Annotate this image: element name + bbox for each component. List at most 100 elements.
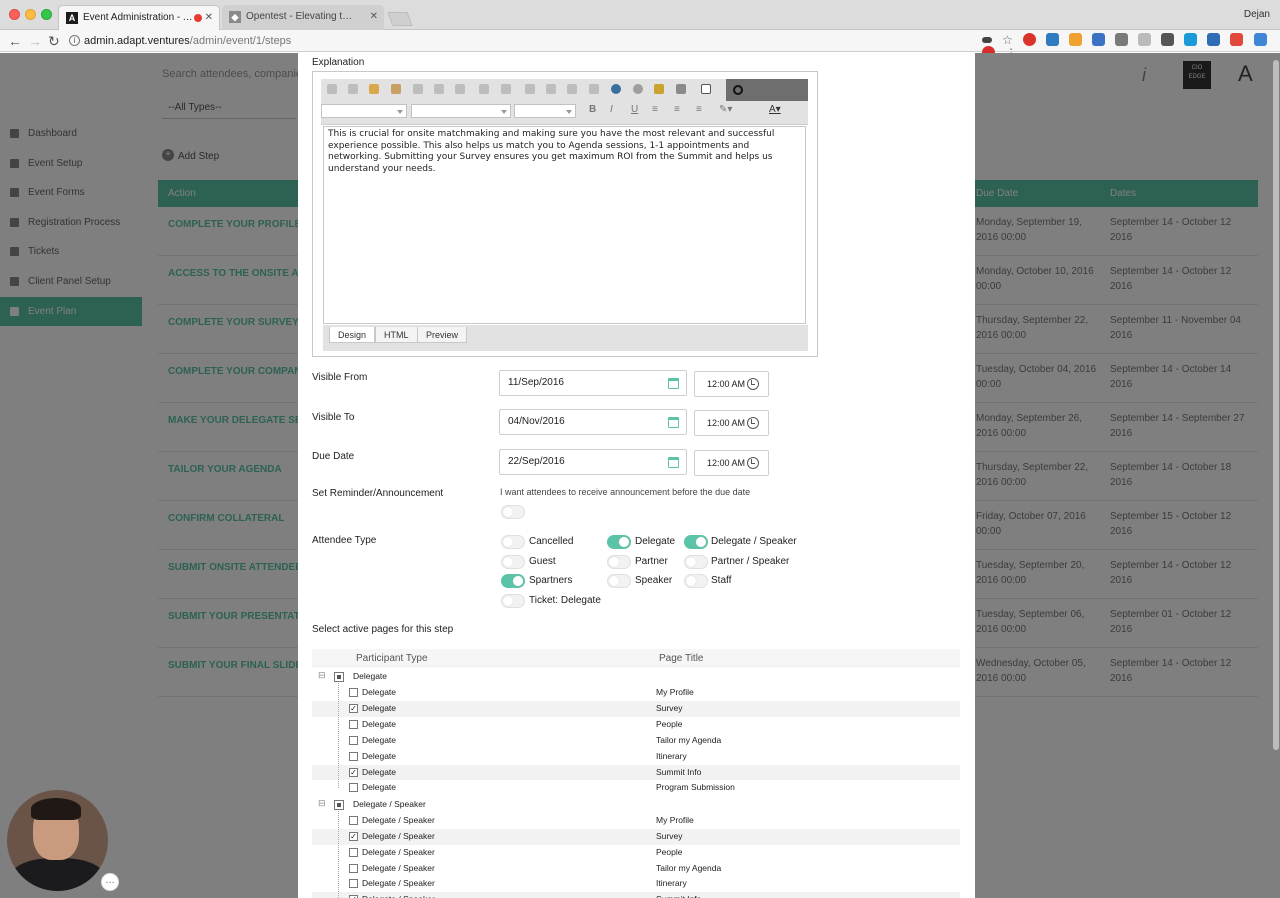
- attendee-type-toggle[interactable]: [501, 594, 525, 608]
- table-row[interactable]: Delegate / Speaker Itinerary: [312, 876, 960, 892]
- back-arrow-icon[interactable]: ←: [8, 32, 22, 50]
- reload-icon[interactable]: ↻: [48, 32, 60, 50]
- more-options-icon[interactable]: …: [101, 873, 119, 891]
- superscript-icon[interactable]: [479, 84, 489, 94]
- attendee-type-toggle[interactable]: [501, 574, 525, 588]
- clock-icon[interactable]: [747, 457, 759, 469]
- tab-design[interactable]: Design: [329, 327, 376, 343]
- table-row[interactable]: Delegate Tailor my Agenda: [312, 733, 960, 749]
- browser-tab-opentest[interactable]: ◆ Opentest - Elevating the prod ✕: [222, 5, 384, 30]
- settings-icon[interactable]: [733, 85, 743, 95]
- maximize-window-button[interactable]: [41, 9, 52, 20]
- new-tab-button[interactable]: [387, 12, 413, 26]
- page-checkbox[interactable]: ✓: [349, 767, 358, 777]
- reminder-toggle[interactable]: [501, 505, 525, 519]
- attendee-type-toggle[interactable]: [607, 574, 631, 588]
- table-row[interactable]: Delegate My Profile: [312, 685, 960, 701]
- image-icon[interactable]: [654, 84, 664, 94]
- table-row[interactable]: Delegate Program Submission: [312, 780, 960, 796]
- remove-format-icon[interactable]: [455, 84, 465, 94]
- table-row[interactable]: Delegate / Speaker Tailor my Agenda: [312, 861, 960, 877]
- editor-content[interactable]: This is crucial for onsite matchmaking a…: [323, 126, 806, 324]
- underline-button[interactable]: U: [631, 104, 638, 115]
- info-icon[interactable]: i: [69, 35, 80, 46]
- tab-preview[interactable]: Preview: [417, 327, 468, 343]
- unlink-icon[interactable]: [633, 84, 643, 94]
- calendar-icon[interactable]: [668, 457, 679, 468]
- attendee-type-toggle[interactable]: [607, 535, 631, 549]
- background-color-icon[interactable]: ✎▾: [719, 104, 732, 115]
- group-checkbox[interactable]: [334, 672, 344, 682]
- align-center-icon[interactable]: ≡: [674, 104, 680, 115]
- indent-icon[interactable]: [567, 84, 577, 94]
- extension-3-icon[interactable]: [1069, 33, 1083, 46]
- tab-html[interactable]: HTML: [375, 327, 418, 343]
- browser-tab-event-admin[interactable]: A Event Administration - Adap ✕: [58, 5, 220, 30]
- collapse-icon[interactable]: ⊟: [318, 798, 326, 808]
- table-row[interactable]: ✓ Delegate Summit Info: [312, 764, 960, 781]
- font-family-select[interactable]: [411, 104, 511, 118]
- group-checkbox[interactable]: [334, 799, 344, 810]
- table-row[interactable]: Delegate Itinerary: [312, 749, 960, 765]
- close-window-button[interactable]: [9, 9, 20, 20]
- calendar-icon[interactable]: [668, 417, 679, 428]
- page-checkbox[interactable]: [349, 863, 358, 873]
- table-row[interactable]: ✓ Delegate Survey: [312, 700, 960, 717]
- extension-8-icon[interactable]: [1184, 33, 1198, 46]
- table-icon[interactable]: [701, 84, 711, 94]
- outdent-icon[interactable]: [589, 84, 599, 94]
- attendee-type-toggle[interactable]: [684, 574, 708, 588]
- subscript-icon[interactable]: [501, 84, 511, 94]
- visible-from-date-input[interactable]: 11/Sep/2016: [499, 370, 687, 396]
- tree-group[interactable]: ⊟ Delegate: [312, 669, 960, 685]
- link-icon[interactable]: [611, 84, 621, 94]
- close-tab-icon[interactable]: ✕: [205, 6, 213, 30]
- calendar-icon[interactable]: [668, 378, 679, 389]
- extension-4-icon[interactable]: [1092, 33, 1106, 46]
- page-scrollbar[interactable]: [1273, 60, 1279, 750]
- page-checkbox[interactable]: [349, 847, 358, 857]
- align-left-icon[interactable]: ≡: [652, 104, 658, 115]
- extension-5-icon[interactable]: [1115, 33, 1129, 46]
- clock-icon[interactable]: [747, 378, 759, 390]
- font-size-select[interactable]: [514, 104, 576, 118]
- unordered-list-icon[interactable]: [546, 84, 556, 94]
- page-checkbox[interactable]: [349, 751, 358, 761]
- due-time-input[interactable]: 12:00 AM: [694, 450, 769, 476]
- page-checkbox[interactable]: [349, 735, 358, 745]
- star-icon[interactable]: ☆: [1002, 33, 1013, 47]
- visible-from-time-input[interactable]: 12:00 AM: [694, 371, 769, 397]
- page-checkbox[interactable]: [349, 879, 358, 889]
- minimize-window-button[interactable]: [25, 9, 36, 20]
- attendee-type-toggle[interactable]: [607, 555, 631, 569]
- cut-icon[interactable]: [327, 84, 337, 94]
- undo-icon[interactable]: [413, 84, 423, 94]
- attendee-type-toggle[interactable]: [501, 535, 525, 549]
- extension-11-icon[interactable]: [1253, 33, 1267, 46]
- paste-text-icon[interactable]: [391, 84, 401, 94]
- page-checkbox[interactable]: [349, 719, 358, 729]
- page-checkbox[interactable]: [349, 783, 358, 793]
- font-color-icon[interactable]: A▾: [769, 104, 781, 115]
- visible-to-date-input[interactable]: 04/Nov/2016: [499, 409, 687, 435]
- url-field[interactable]: i admin.adapt.ventures/admin/event/1/ste…: [66, 32, 976, 50]
- extension-2-icon[interactable]: [1045, 33, 1059, 46]
- bold-button[interactable]: B: [589, 104, 596, 115]
- paragraph-style-select[interactable]: [321, 104, 407, 118]
- copy-icon[interactable]: [348, 84, 358, 94]
- collapse-icon[interactable]: ⊟: [318, 671, 326, 680]
- table-row[interactable]: ✓ Delegate / Speaker Survey: [312, 828, 960, 845]
- attendee-type-toggle[interactable]: [501, 555, 525, 569]
- table-row[interactable]: Delegate / Speaker People: [312, 845, 960, 861]
- extension-1-icon[interactable]: [1022, 33, 1036, 46]
- extension-10-icon[interactable]: [1230, 33, 1244, 46]
- page-checkbox[interactable]: [349, 688, 358, 697]
- redo-icon[interactable]: [434, 84, 444, 94]
- page-checkbox[interactable]: [349, 815, 358, 825]
- page-checkbox[interactable]: ✓: [349, 831, 358, 841]
- forward-arrow-icon[interactable]: →: [28, 32, 42, 50]
- clock-icon[interactable]: [747, 417, 759, 429]
- page-checkbox[interactable]: ✓: [349, 703, 358, 713]
- tree-group[interactable]: ⊟ Delegate / Speaker: [312, 797, 960, 813]
- table-row[interactable]: ✓Delegate / SpeakerSummit Info: [312, 892, 960, 898]
